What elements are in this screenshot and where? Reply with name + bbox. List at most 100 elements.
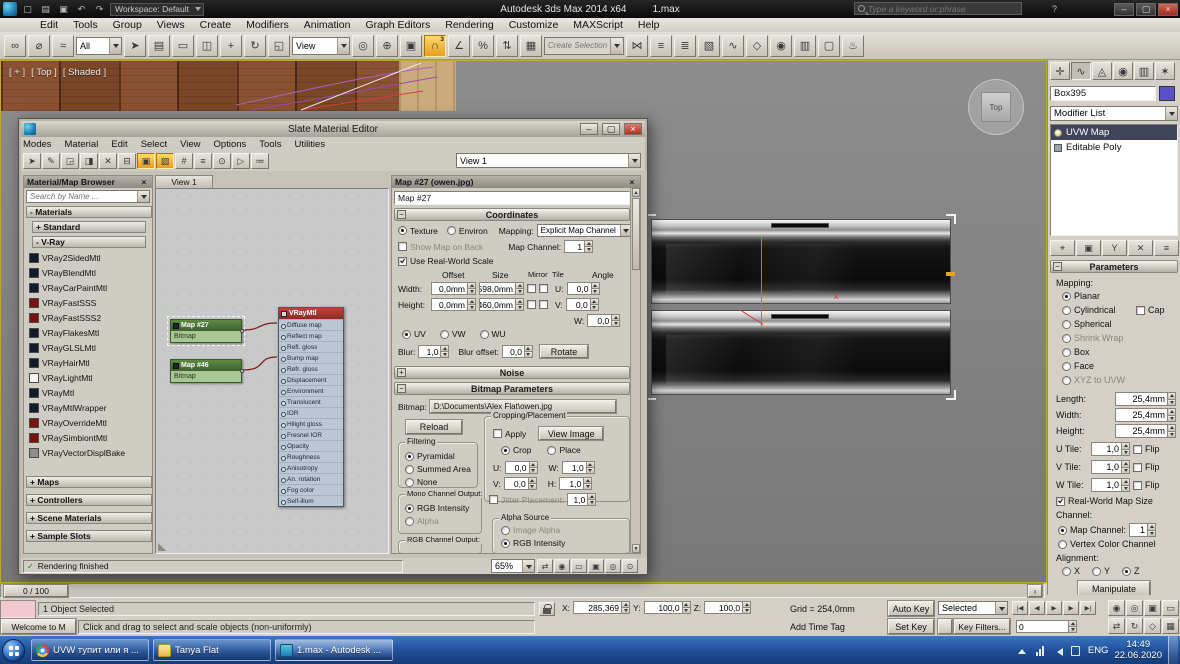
bitmap-parameters-rollout[interactable]: −Bitmap Parameters <box>394 382 630 395</box>
browser-search-input[interactable] <box>30 192 137 201</box>
menu-item[interactable]: Graph Editors <box>365 19 430 31</box>
menu-item[interactable]: Customize <box>509 19 559 31</box>
hide-unused-nodeslots-button[interactable]: ⊟ <box>118 153 136 169</box>
filtering-option[interactable]: Pyramidal <box>405 451 471 461</box>
alpha-source-option[interactable]: Image Alpha <box>501 525 565 535</box>
slate-menu-item[interactable]: Material <box>65 139 99 150</box>
map46-node[interactable]: Map #46 Bitmap <box>170 359 242 383</box>
pick-material-from-object-button[interactable]: ✎ <box>42 153 60 169</box>
named-selection-set-combo[interactable] <box>544 37 624 55</box>
delete-selected-button[interactable]: ✕ <box>99 153 117 169</box>
w-flip-checkbox[interactable] <box>1133 481 1142 490</box>
menu-item[interactable]: Rendering <box>445 19 493 31</box>
browser-header[interactable]: Material/Map Browser× <box>24 176 152 188</box>
browser-group-bar[interactable]: + Controllers <box>26 494 152 506</box>
y-coordinate-spinner[interactable]: 100,0 <box>644 601 691 614</box>
mono-channel-option[interactable]: RGB Intensity <box>405 503 469 513</box>
current-frame-spinner[interactable]: 0 <box>1016 620 1077 633</box>
material-id-channel-button[interactable]: ⊙ <box>213 153 231 169</box>
zoom-selected-button[interactable]: ◎ <box>605 559 621 573</box>
named-selection-input[interactable] <box>548 41 610 50</box>
material-list-item[interactable]: VRayVectorDisplBake <box>26 445 152 460</box>
select-and-manipulate-button[interactable]: ⊕ <box>376 35 398 57</box>
mapping-shrink-wrap-option[interactable]: Shrink Wrap <box>1062 333 1123 343</box>
add-time-tag-button[interactable]: Add Time Tag <box>790 622 845 632</box>
output-socket-icon[interactable] <box>240 329 244 333</box>
show-shaded-material-in-viewport-button[interactable]: ▣ <box>137 153 155 169</box>
percent-snap-button[interactable]: % <box>472 35 494 57</box>
mono-channel-option[interactable]: Alpha <box>405 516 469 526</box>
close-icon[interactable]: × <box>139 178 149 187</box>
network-icon[interactable] <box>1034 644 1046 656</box>
scale-handle[interactable] <box>946 272 955 276</box>
zoom-tool-button[interactable]: ◉ <box>554 559 570 573</box>
options-button[interactable]: ≔ <box>251 153 269 169</box>
mirror-button[interactable]: ⋈ <box>626 35 648 57</box>
place-option[interactable]: Place <box>547 445 580 455</box>
coordinates-rollout[interactable]: −Coordinates <box>394 208 630 221</box>
menu-item[interactable]: Tools <box>73 19 98 31</box>
pan-view-button[interactable]: ⇄ <box>1108 618 1125 634</box>
vray-group-bar[interactable]: - V-Ray <box>32 236 146 248</box>
undo-icon[interactable]: ↶ <box>74 3 89 16</box>
zoom-region-button[interactable]: ▭ <box>571 559 587 573</box>
go-to-start-button[interactable]: |◀ <box>1012 601 1028 615</box>
curve-editor-button[interactable]: ∿ <box>722 35 744 57</box>
crop-w-spinner[interactable]: 1,0 <box>562 461 595 474</box>
zoom-region-button[interactable]: ▭ <box>1162 600 1179 616</box>
standard-group-bar[interactable]: + Standard <box>32 221 146 233</box>
reference-coordinate-dropdown[interactable]: View <box>292 37 350 55</box>
height-size-spinner[interactable]: 460,0mm <box>479 298 524 311</box>
zoom-all-button[interactable]: ◎ <box>1126 600 1143 616</box>
viewcube-top-face[interactable]: Top <box>981 92 1011 122</box>
material-slot[interactable]: Self-illum <box>279 495 343 506</box>
object-color-swatch[interactable] <box>1159 86 1175 101</box>
length-spinner[interactable]: 25,4mm <box>1115 392 1176 406</box>
welcome-screen-button[interactable]: Welcome to M <box>1 619 76 634</box>
hierarchy-tab[interactable]: ◬ <box>1092 62 1112 80</box>
menu-item[interactable]: MAXScript <box>573 19 623 31</box>
material-list-item[interactable]: VRayGLSLMtl <box>26 340 152 355</box>
select-tool-button[interactable]: ➤ <box>23 153 41 169</box>
view-image-button[interactable]: View Image <box>539 427 603 440</box>
clock[interactable]: 14:49 22.06.2020 <box>1114 639 1162 661</box>
pin-stack-button[interactable]: ⌖ <box>1050 240 1075 256</box>
material-slot[interactable]: Environment <box>279 385 343 396</box>
material-list-item[interactable]: VRayLightMtl <box>26 370 152 385</box>
render-setup-button[interactable]: ▥ <box>794 35 816 57</box>
vw-option[interactable]: VW <box>440 329 466 339</box>
workspace-dropdown[interactable]: Workspace: Default <box>110 3 204 16</box>
lay-out-all-button[interactable]: # <box>175 153 193 169</box>
taskbar-app-button[interactable]: Tanya Flat <box>153 639 271 661</box>
material-list-item[interactable]: VRay2SidedMtl <box>26 250 152 265</box>
select-by-material-button[interactable]: ▷ <box>232 153 250 169</box>
spinner-snap-button[interactable]: ⇅ <box>496 35 518 57</box>
material-list-item[interactable]: VRayCarPaintMtl <box>26 280 152 295</box>
edit-named-selection-sets-button[interactable]: ▦ <box>520 35 542 57</box>
modifier-stack-item-editable-poly[interactable]: Editable Poly <box>1051 140 1177 155</box>
material-list-item[interactable]: VRayBlendMtl <box>26 265 152 280</box>
save-file-icon[interactable]: ▣ <box>56 3 71 16</box>
scrollbar-thumb[interactable] <box>632 198 640 270</box>
map-channel-spinner[interactable]: 1 <box>1129 523 1156 537</box>
alpha-source-option[interactable]: RGB Intensity <box>501 538 565 548</box>
u-tile-spinner[interactable]: 1,0 <box>1091 442 1130 456</box>
configure-modifier-sets-button[interactable]: ≡ <box>1154 240 1179 256</box>
material-list-item[interactable]: VRayFastSSS2 <box>26 310 152 325</box>
show-end-result-button[interactable]: ▣ <box>1076 240 1101 256</box>
v-angle-spinner[interactable]: 0,0 <box>566 298 599 311</box>
material-editor-button[interactable]: ◉ <box>770 35 792 57</box>
material-list-item[interactable]: VRayHairMtl <box>26 355 152 370</box>
map-parameters-header[interactable]: Map #27 (owen.jpg)× <box>392 176 640 188</box>
map27-node[interactable]: Map #27 Bitmap <box>170 319 242 343</box>
material-list-item[interactable]: VRaySimbiontMtl <box>26 430 152 445</box>
material-list-item[interactable]: VRayFlakesMtl <box>26 325 152 340</box>
new-scene-icon[interactable]: ▢ <box>20 3 35 16</box>
noise-rollout[interactable]: +Noise <box>394 366 630 379</box>
browser-search-combo[interactable] <box>26 190 150 203</box>
display-tab[interactable]: ▥ <box>1134 62 1154 80</box>
filtering-option[interactable]: Summed Area <box>405 464 471 474</box>
next-frame-arrow-button[interactable]: › <box>1028 585 1042 597</box>
view1-tab[interactable]: View 1 <box>155 175 213 188</box>
height-offset-spinner[interactable]: 0,0mm <box>431 298 476 311</box>
